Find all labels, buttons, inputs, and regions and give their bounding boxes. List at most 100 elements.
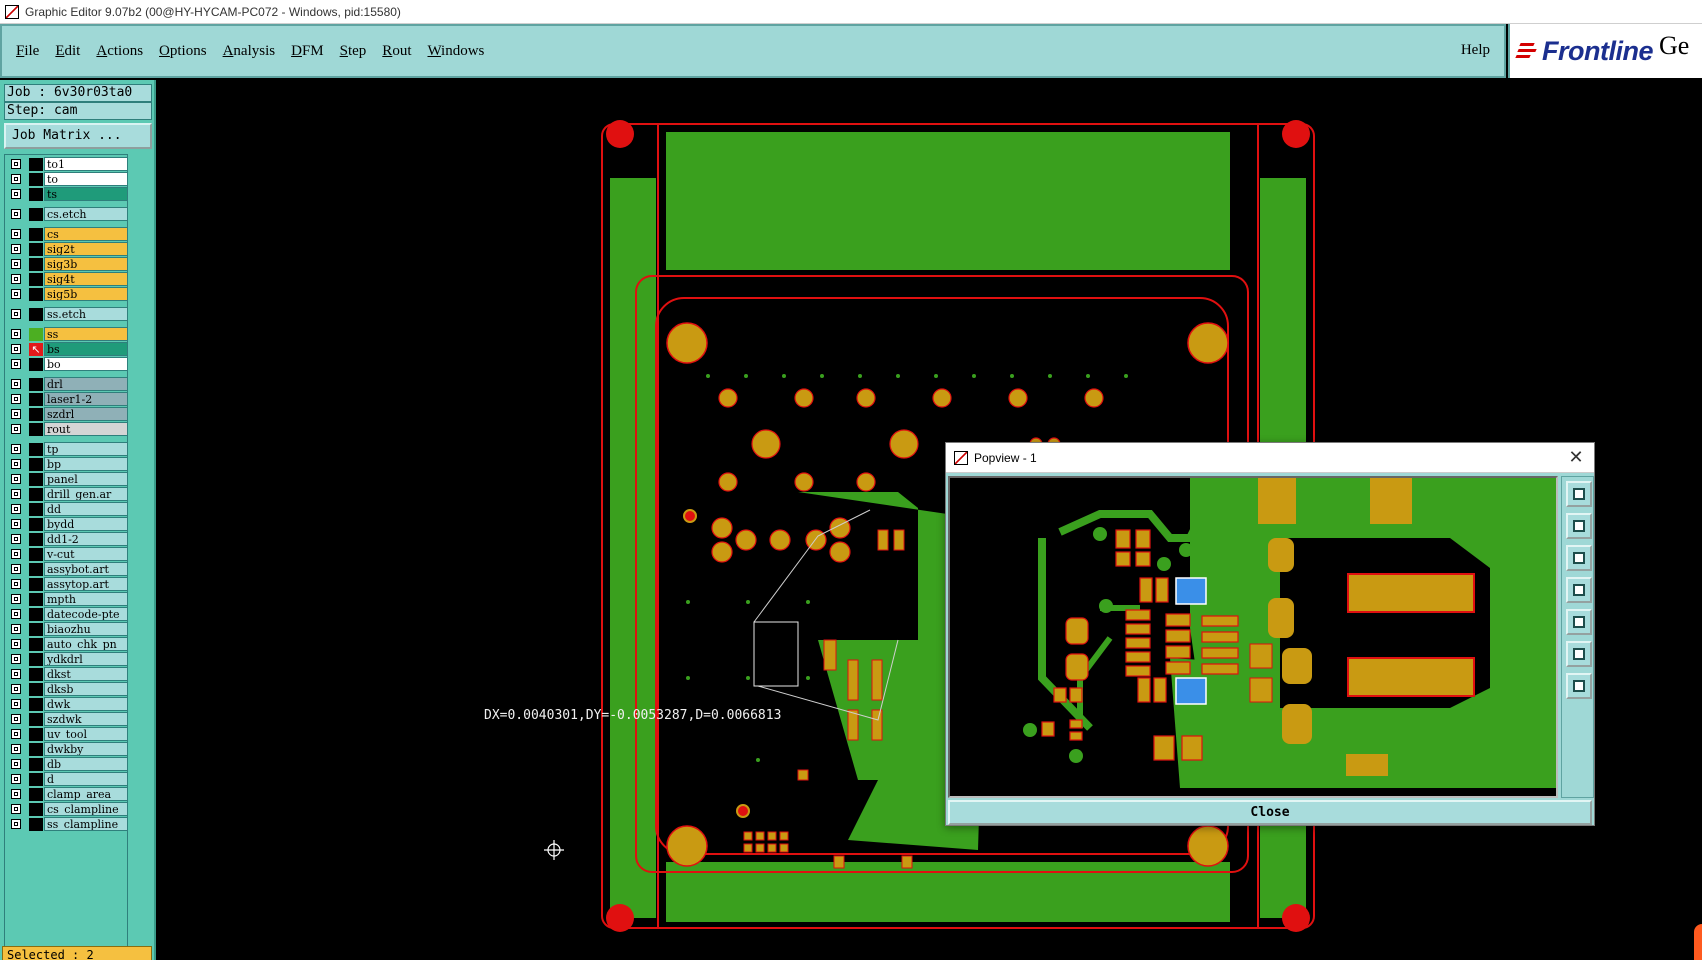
layer-affected-cell[interactable] (29, 273, 43, 286)
layer-row[interactable]: assytop.art (5, 577, 129, 591)
layer-name[interactable]: ydkdrl (44, 652, 128, 666)
layer-affected-cell[interactable] (29, 653, 43, 666)
layer-checkbox[interactable] (11, 804, 21, 814)
layer-row[interactable]: drl (5, 377, 129, 391)
popview-close-button[interactable]: Close (948, 800, 1592, 825)
layer-affected-cell[interactable] (29, 818, 43, 831)
layer-checkbox[interactable] (11, 819, 21, 829)
layer-affected-cell[interactable] (29, 668, 43, 681)
menu-rout[interactable]: Rout (382, 43, 411, 60)
layer-name[interactable]: cs (44, 227, 128, 241)
layer-checkbox[interactable] (11, 684, 21, 694)
layer-affected-cell[interactable] (29, 758, 43, 771)
layer-name[interactable]: db (44, 757, 128, 771)
layer-affected-cell[interactable] (29, 458, 43, 471)
menu-step[interactable]: Step (340, 43, 367, 60)
layer-name[interactable]: to (44, 172, 128, 186)
layer-row[interactable]: bo (5, 357, 129, 371)
layer-name[interactable]: sig5b (44, 287, 128, 301)
layer-name[interactable]: laser1-2 (44, 392, 128, 406)
layer-name[interactable]: clamp_area (44, 787, 128, 801)
layer-checkbox[interactable] (11, 189, 21, 199)
layer-affected-cell[interactable] (29, 358, 43, 371)
layer-affected-cell[interactable] (29, 548, 43, 561)
pan-left-button[interactable] (1566, 577, 1592, 603)
layer-checkbox[interactable] (11, 474, 21, 484)
layer-row[interactable]: datecode-pte (5, 607, 129, 621)
layer-row[interactable]: auto_chk_pn (5, 637, 129, 651)
layer-name[interactable]: szdwk (44, 712, 128, 726)
layer-name[interactable]: drl (44, 377, 128, 391)
layer-name[interactable]: ts (44, 187, 128, 201)
layer-affected-cell[interactable] (29, 308, 43, 321)
layer-row[interactable]: laser1-2 (5, 392, 129, 406)
layer-affected-cell[interactable] (29, 563, 43, 576)
layer-affected-cell[interactable] (29, 408, 43, 421)
layer-name[interactable]: mpth (44, 592, 128, 606)
layer-name[interactable]: sig3b (44, 257, 128, 271)
layer-checkbox[interactable] (11, 594, 21, 604)
layer-name[interactable]: dd (44, 502, 128, 516)
layer-name[interactable]: datecode-pte (44, 607, 128, 621)
layer-affected-cell[interactable] (29, 698, 43, 711)
layer-affected-cell[interactable]: ↖ (29, 343, 43, 356)
menu-help[interactable]: Help (1461, 42, 1490, 59)
layer-affected-cell[interactable] (29, 608, 43, 621)
layer-name[interactable]: dkst (44, 667, 128, 681)
layer-name[interactable]: ss.etch (44, 307, 128, 321)
layer-affected-cell[interactable] (29, 228, 43, 241)
layer-affected-cell[interactable] (29, 173, 43, 186)
layer-checkbox[interactable] (11, 344, 21, 354)
layer-checkbox[interactable] (11, 654, 21, 664)
layer-affected-cell[interactable] (29, 258, 43, 271)
layer-row[interactable]: sig2t (5, 242, 129, 256)
menu-edit[interactable]: Edit (55, 43, 80, 60)
layer-affected-cell[interactable] (29, 158, 43, 171)
layer-checkbox[interactable] (11, 519, 21, 529)
close-icon[interactable]: ✕ (1564, 446, 1588, 470)
layer-checkbox[interactable] (11, 244, 21, 254)
popview-canvas[interactable] (948, 476, 1558, 798)
layer-affected-cell[interactable] (29, 288, 43, 301)
layer-checkbox[interactable] (11, 609, 21, 619)
layer-name[interactable]: assytop.art (44, 577, 128, 591)
layer-row[interactable]: dkst (5, 667, 129, 681)
layer-row[interactable]: assybot.art (5, 562, 129, 576)
layer-name[interactable]: sig4t (44, 272, 128, 286)
layer-affected-cell[interactable] (29, 533, 43, 546)
layer-checkbox[interactable] (11, 459, 21, 469)
zoom-out-button[interactable] (1566, 673, 1592, 699)
layer-checkbox[interactable] (11, 444, 21, 454)
layer-row[interactable]: cs (5, 227, 129, 241)
layer-checkbox[interactable] (11, 159, 21, 169)
menu-file[interactable]: File (16, 43, 39, 60)
layer-name[interactable]: dd1-2 (44, 532, 128, 546)
layer-row[interactable]: szdrl (5, 407, 129, 421)
menu-analysis[interactable]: Analysis (223, 43, 276, 60)
layer-affected-cell[interactable] (29, 188, 43, 201)
layer-affected-cell[interactable] (29, 518, 43, 531)
layer-affected-cell[interactable] (29, 788, 43, 801)
layer-name[interactable]: bo (44, 357, 128, 371)
layer-name[interactable]: bydd (44, 517, 128, 531)
layer-checkbox[interactable] (11, 174, 21, 184)
layer-checkbox[interactable] (11, 744, 21, 754)
layer-affected-cell[interactable] (29, 503, 43, 516)
layer-name[interactable]: panel (44, 472, 128, 486)
layer-affected-cell[interactable] (29, 728, 43, 741)
layer-name[interactable]: uv_tool (44, 727, 128, 741)
layer-checkbox[interactable] (11, 394, 21, 404)
menu-actions[interactable]: Actions (96, 43, 143, 60)
layer-affected-cell[interactable] (29, 593, 43, 606)
layer-checkbox[interactable] (11, 424, 21, 434)
layer-checkbox[interactable] (11, 209, 21, 219)
layer-row[interactable]: bp (5, 457, 129, 471)
layer-checkbox[interactable] (11, 329, 21, 339)
layer-affected-cell[interactable] (29, 773, 43, 786)
layer-row[interactable]: dd1-2 (5, 532, 129, 546)
layer-checkbox[interactable] (11, 309, 21, 319)
layer-checkbox[interactable] (11, 259, 21, 269)
layer-row[interactable]: ts (5, 187, 129, 201)
pan-right-button[interactable] (1566, 609, 1592, 635)
layer-checkbox[interactable] (11, 549, 21, 559)
